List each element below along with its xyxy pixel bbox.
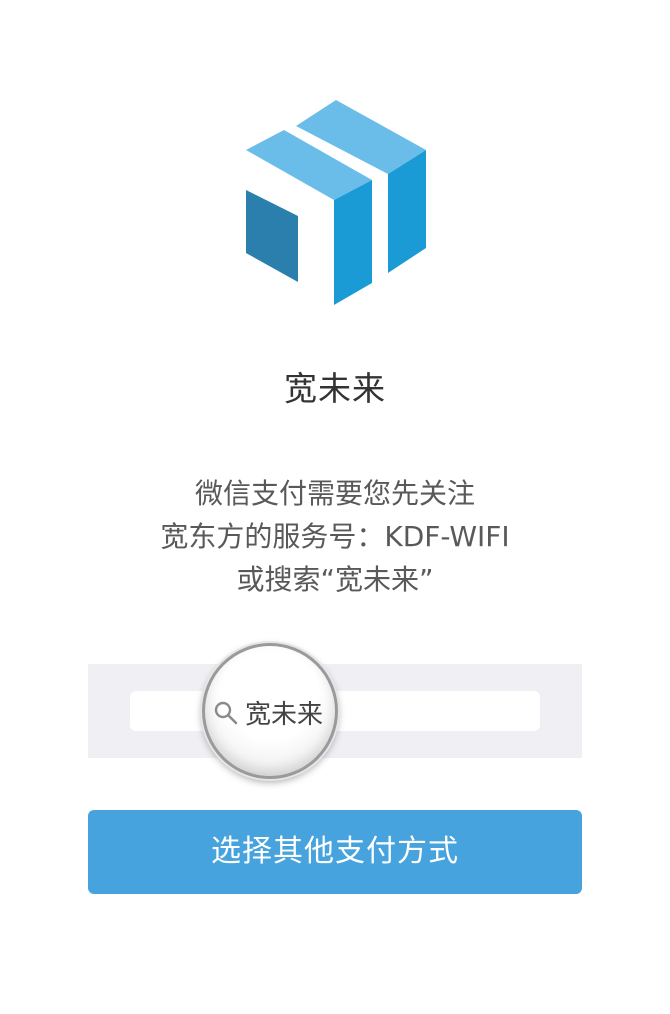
instruction-line-3: 或搜索“宽未来” [236, 563, 434, 596]
instruction-line-2: 宽东方的服务号：KDF-WIFI [160, 520, 510, 553]
other-payment-button[interactable]: 选择其他支付方式 [88, 810, 582, 894]
app-name: 宽未来 [284, 369, 386, 408]
magnifier-lens: 宽未来 [202, 643, 338, 779]
logo-cube-icon [246, 100, 426, 305]
follow-instructions: 微信支付需要您先关注 宽东方的服务号：KDF-WIFI 或搜索“宽未来” [0, 472, 670, 601]
page: 宽未来 微信支付需要您先关注 宽东方的服务号：KDF-WIFI 或搜索“宽未来”… [0, 0, 670, 1014]
instruction-line-1: 微信支付需要您先关注 [194, 477, 475, 510]
search-keyword: 宽未来 [245, 700, 324, 730]
search-icon [214, 701, 238, 725]
